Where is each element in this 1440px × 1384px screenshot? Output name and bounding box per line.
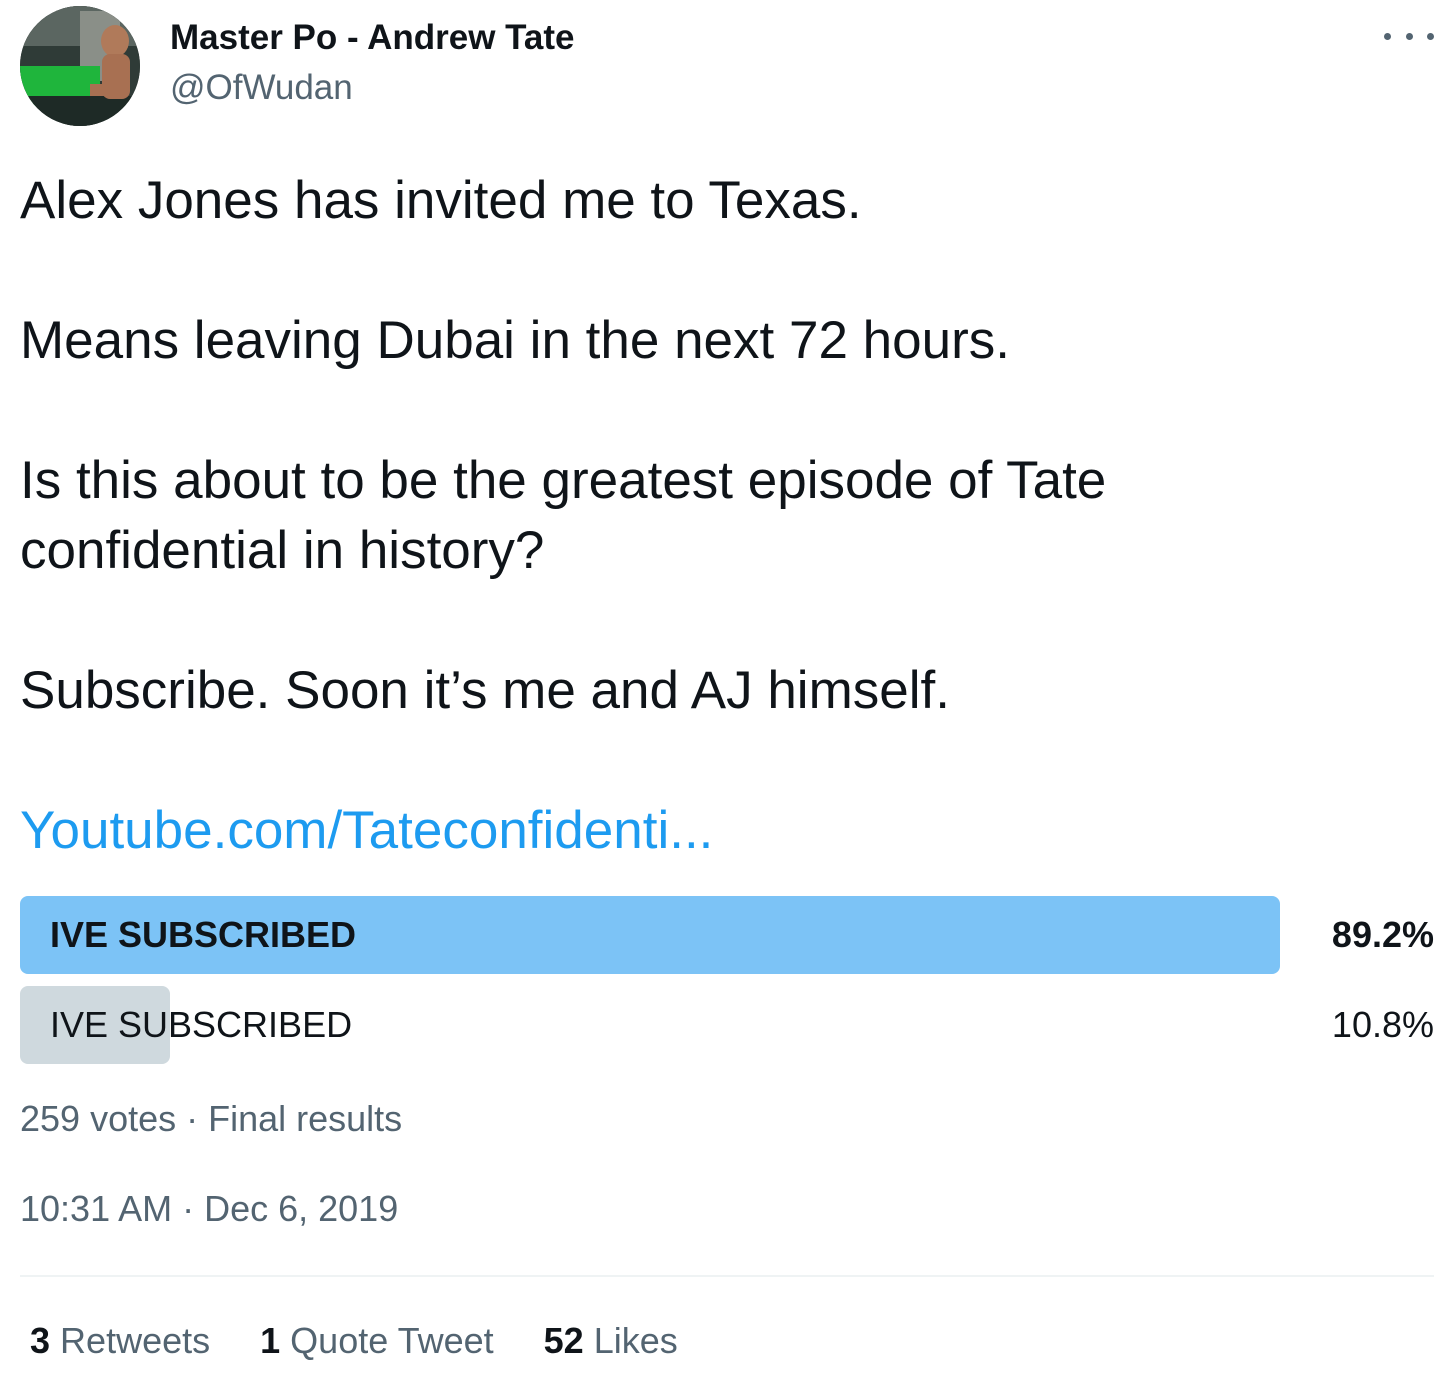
author-handle[interactable]: @OfWudan	[170, 66, 353, 110]
engagement-stats: 3 Retweets 1 Quote Tweet 52 Likes	[30, 1318, 678, 1364]
likes-count: 52	[543, 1320, 584, 1361]
quote-tweets-stat[interactable]: 1 Quote Tweet	[260, 1318, 494, 1364]
tweet-link[interactable]: Youtube.com/Tateconfidenti...	[20, 796, 713, 866]
retweets-label: Retweets	[60, 1320, 211, 1361]
poll-option-percent: 89.2%	[1331, 914, 1434, 955]
likes-stat[interactable]: 52 Likes	[544, 1318, 678, 1364]
poll-option-percent: 10.8%	[1331, 1004, 1434, 1045]
tweet-text-line: Subscribe. Soon it’s me and AJ himself.	[20, 661, 950, 720]
retweets-stat[interactable]: 3 Retweets	[30, 1318, 210, 1364]
retweets-count: 3	[30, 1320, 51, 1361]
poll-option-label: IVE SUBSCRIBED	[50, 1004, 353, 1045]
likes-label: Likes	[593, 1320, 678, 1361]
quote-tweets-count: 1	[260, 1320, 281, 1361]
poll-option: IVE SUBSCRIBED 10.8%	[20, 986, 1434, 1064]
tweet-text-line: Is this about to be the greatest episode…	[20, 451, 1107, 510]
poll-option: IVE SUBSCRIBED 89.2%	[20, 896, 1434, 974]
avatar[interactable]	[20, 6, 140, 126]
tweet-text-line: Means leaving Dubai in the next 72 hours…	[20, 311, 1010, 370]
poll-option-label: IVE SUBSCRIBED	[50, 914, 357, 955]
divider	[20, 1275, 1434, 1277]
poll-summary: 259 votes · Final results	[20, 1098, 403, 1139]
tweet-text-line: confidential in history?	[20, 521, 545, 580]
more-options-icon[interactable]	[1384, 14, 1434, 58]
author-display-name[interactable]: Master Po - Andrew Tate	[170, 16, 575, 60]
tweet-timestamp[interactable]: 10:31 AM · Dec 6, 2019	[20, 1186, 398, 1232]
quote-tweets-label: Quote Tweet	[290, 1320, 494, 1361]
tweet-text-line: Alex Jones has invited me to Texas.	[20, 171, 862, 230]
